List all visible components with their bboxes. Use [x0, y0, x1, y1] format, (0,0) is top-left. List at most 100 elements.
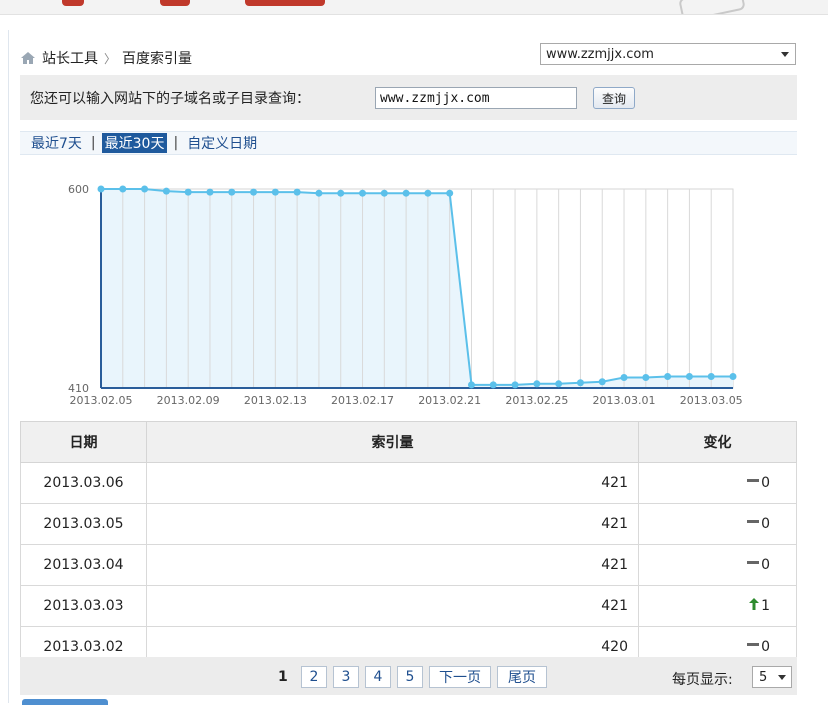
next-page-button[interactable]: 下一页 — [429, 666, 491, 688]
x-tick-label: 2013.02.25 — [505, 394, 568, 407]
range-tabs: 最近7天 | 最近30天 | 自定义日期 — [20, 131, 797, 155]
data-point — [293, 188, 301, 196]
breadcrumb-home[interactable]: 站长工具 — [42, 48, 98, 68]
row-value: 421 — [146, 544, 639, 586]
data-point — [184, 188, 192, 196]
row-change-cell: 1 — [638, 585, 797, 627]
data-point — [467, 381, 475, 389]
data-point — [533, 380, 541, 388]
minus-icon — [747, 519, 760, 523]
data-point — [729, 372, 737, 380]
bottom-tab[interactable] — [22, 699, 108, 705]
row-date: 2013.03.05 — [20, 503, 147, 545]
page-button-3[interactable]: 3 — [333, 666, 359, 688]
header-change: 变化 — [638, 421, 797, 463]
page-button-5[interactable]: 5 — [397, 666, 423, 688]
dropdown-arrow-icon — [778, 675, 786, 680]
table-row: 2013.03.03 421 1 — [20, 585, 797, 627]
row-change-cell: 0 — [638, 503, 797, 545]
x-tick-label: 2013.02.13 — [244, 394, 307, 407]
breadcrumb-current: 百度索引量 — [122, 51, 193, 67]
data-point — [250, 188, 258, 196]
up-arrow-icon — [749, 598, 760, 610]
data-point — [359, 189, 367, 197]
top-banner — [0, 0, 828, 15]
data-point — [162, 187, 170, 195]
data-point — [402, 189, 410, 197]
table-row: 2013.03.04 421 0 — [20, 544, 797, 586]
data-point — [642, 374, 650, 382]
x-tick-label: 2013.02.17 — [331, 394, 394, 407]
table-row: 2013.03.05 421 0 — [20, 503, 797, 545]
index-table: 日期 索引量 变化 2013.03.06 421 0 2013.03.05 42… — [20, 421, 797, 668]
data-point — [97, 185, 105, 193]
query-label: 您还可以输入网站下的子域名或子目录查询： — [30, 91, 310, 107]
row-value: 421 — [146, 503, 639, 545]
data-point — [576, 379, 584, 387]
x-tick-label: 2013.03.05 — [680, 394, 743, 407]
data-point — [206, 188, 214, 196]
index-chart: 600 410 2013.02.05 2013.02.09 2013.02.13 2013… — [20, 170, 797, 415]
breadcrumb: 站长工具 〉 百度索引量 — [20, 48, 192, 68]
header-index: 索引量 — [146, 421, 639, 463]
tab-last-30-days[interactable]: 最近30天 — [101, 133, 168, 153]
data-point — [424, 189, 432, 197]
data-point — [228, 188, 236, 196]
data-point — [315, 189, 323, 197]
tab-divider: | — [90, 135, 96, 151]
header-date: 日期 — [20, 421, 147, 463]
index-chart-svg: 6004102013.02.05 2013.02.09 2013.02.13 2013… — [68, 183, 743, 407]
row-value: 421 — [146, 462, 639, 504]
query-button[interactable]: 查询 — [593, 87, 635, 109]
row-date: 2013.03.06 — [20, 462, 147, 504]
row-change: 0 — [761, 557, 770, 573]
row-change: 1 — [761, 598, 770, 614]
row-change: 0 — [761, 475, 770, 491]
row-change: 0 — [761, 516, 770, 532]
tab-last-7-days[interactable]: 最近7天 — [28, 133, 85, 153]
minus-icon — [747, 478, 760, 482]
data-point — [707, 372, 715, 380]
row-date: 2013.03.03 — [20, 585, 147, 627]
x-tick-label: 2013.02.09 — [157, 394, 220, 407]
data-point — [511, 381, 519, 389]
minus-icon — [747, 560, 760, 564]
logo-fragment — [62, 0, 84, 6]
page-button-2[interactable]: 2 — [301, 666, 327, 688]
data-point — [119, 185, 127, 193]
data-point — [620, 374, 628, 382]
tab-divider: | — [173, 135, 179, 151]
logo-fragment — [160, 0, 190, 6]
data-point — [489, 381, 497, 389]
table-row: 2013.03.06 421 0 — [20, 462, 797, 504]
dropdown-arrow-icon — [781, 52, 789, 57]
data-point — [337, 189, 345, 197]
row-change-cell: 0 — [638, 544, 797, 586]
y-tick-label: 600 — [68, 183, 89, 196]
per-page-value: 5 — [759, 669, 768, 685]
data-point — [555, 380, 563, 388]
row-change-cell: 0 — [638, 462, 797, 504]
content-frame — [8, 30, 9, 703]
watermark-stamp — [678, 0, 746, 14]
data-point — [598, 378, 606, 386]
last-page-button[interactable]: 尾页 — [497, 666, 547, 688]
per-page-label: 每页显示: — [672, 672, 733, 688]
page-button-4[interactable]: 4 — [365, 666, 391, 688]
home-icon[interactable] — [20, 51, 36, 65]
site-select-value: www.zzmjjx.com — [546, 46, 654, 62]
tab-custom-date[interactable]: 自定义日期 — [184, 133, 260, 153]
minus-icon — [747, 642, 760, 646]
row-date: 2013.03.04 — [20, 544, 147, 586]
data-point — [380, 189, 388, 197]
table-header-row: 日期 索引量 变化 — [20, 421, 797, 463]
row-value: 421 — [146, 585, 639, 627]
subdomain-input[interactable] — [375, 87, 577, 109]
per-page-select[interactable]: 5 — [752, 666, 792, 688]
data-point — [141, 185, 149, 193]
site-select[interactable]: www.zzmjjx.com — [540, 43, 796, 65]
logo-fragment — [245, 0, 325, 6]
data-point — [664, 372, 672, 380]
chevron-right-icon: 〉 — [104, 51, 117, 66]
x-tick-label: 2013.02.21 — [418, 394, 481, 407]
